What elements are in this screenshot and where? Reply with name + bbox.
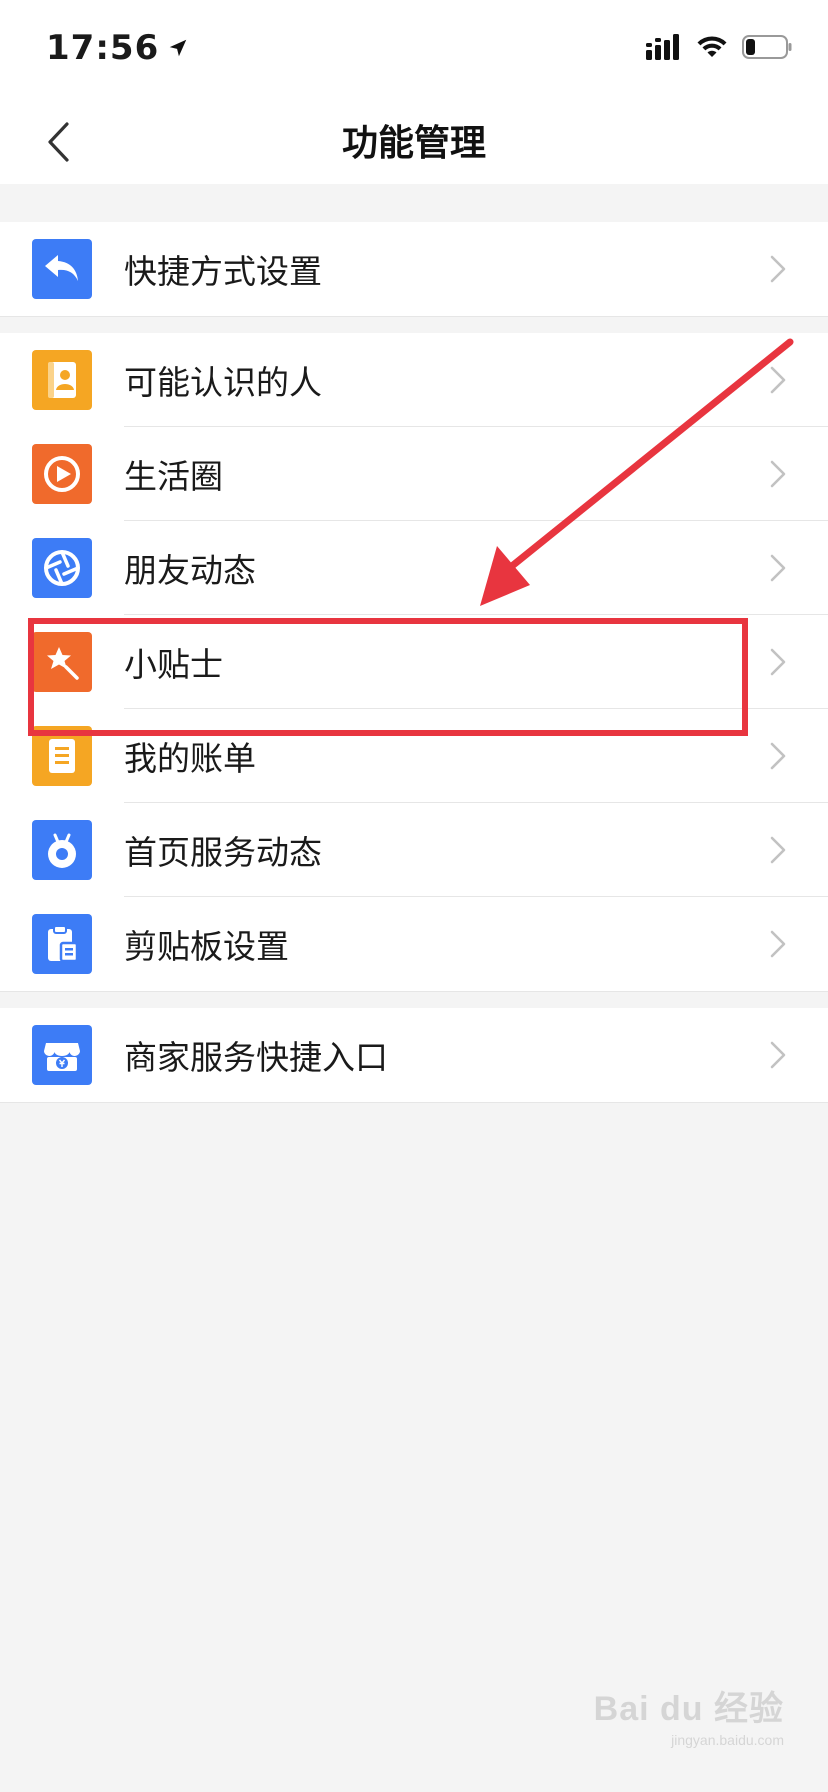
row-label: 商家服务快捷入口 [124, 1038, 388, 1077]
row-label: 朋友动态 [124, 551, 256, 590]
watermark-url: jingyan.baidu.com [671, 1732, 784, 1748]
chevron-right-icon [758, 548, 798, 588]
watermark-logo: Bai du 经验 [593, 1690, 784, 1728]
row-merchant-service-shortcut[interactable]: 商家服务快捷入口 [0, 1008, 828, 1102]
row-my-bills[interactable]: 我的账单 [0, 709, 828, 803]
play-circle-icon [32, 444, 92, 504]
navigation-bar: 功能管理 [0, 100, 828, 184]
status-time-text: 17:56 [46, 28, 160, 68]
contact-book-icon [32, 350, 92, 410]
chevron-right-icon [758, 454, 798, 494]
status-time: 17:56 [46, 28, 189, 68]
row-life-circle[interactable]: 生活圈 [0, 427, 828, 521]
battery-icon [742, 35, 792, 59]
location-arrow-icon [169, 39, 187, 57]
chevron-left-icon [48, 122, 69, 162]
cellular-signal-icon [646, 34, 679, 60]
bill-list-icon [32, 726, 92, 786]
chevron-right-icon [758, 360, 798, 400]
row-friend-updates[interactable]: 朋友动态 [0, 521, 828, 615]
antenna-bot-icon [32, 820, 92, 880]
back-button[interactable] [36, 120, 80, 164]
chevron-right-icon [758, 924, 798, 964]
settings-group-shortcut: 快捷方式设置 [0, 222, 828, 317]
row-label: 可能认识的人 [124, 363, 322, 402]
chevron-right-icon [758, 249, 798, 289]
chevron-right-icon [758, 642, 798, 682]
row-label: 生活圈 [124, 457, 223, 496]
magic-wand-icon [32, 632, 92, 692]
settings-group-features: 可能认识的人 生活圈 朋友动态 小贴士 我的账单 首页服务动态 剪贴板设置 [0, 333, 828, 992]
row-homepage-service-updates[interactable]: 首页服务动态 [0, 803, 828, 897]
row-shortcut-settings[interactable]: 快捷方式设置 [0, 222, 828, 316]
settings-group-merchant: 商家服务快捷入口 [0, 1008, 828, 1103]
row-tips[interactable]: 小贴士 [0, 615, 828, 709]
chevron-right-icon [758, 830, 798, 870]
page-title: 功能管理 [341, 123, 486, 164]
shop-yen-icon [32, 1025, 92, 1085]
row-label: 剪贴板设置 [124, 927, 289, 966]
shutter-icon [32, 538, 92, 598]
clipboard-icon [32, 914, 92, 974]
row-label: 首页服务动态 [124, 833, 322, 872]
row-people-you-may-know[interactable]: 可能认识的人 [0, 333, 828, 427]
row-label: 快捷方式设置 [124, 252, 322, 291]
status-bar: 17:56 [0, 0, 828, 100]
chevron-right-icon [758, 736, 798, 776]
row-clipboard-settings[interactable]: 剪贴板设置 [0, 897, 828, 991]
row-label: 我的账单 [124, 739, 256, 778]
chevron-right-icon [758, 1035, 798, 1075]
status-indicators [646, 34, 792, 60]
wifi-icon [697, 36, 727, 57]
shortcut-reply-icon [32, 239, 92, 299]
row-label: 小贴士 [124, 645, 223, 684]
baidu-watermark: Bai du 经验 jingyan.baidu.com [594, 1681, 784, 1748]
